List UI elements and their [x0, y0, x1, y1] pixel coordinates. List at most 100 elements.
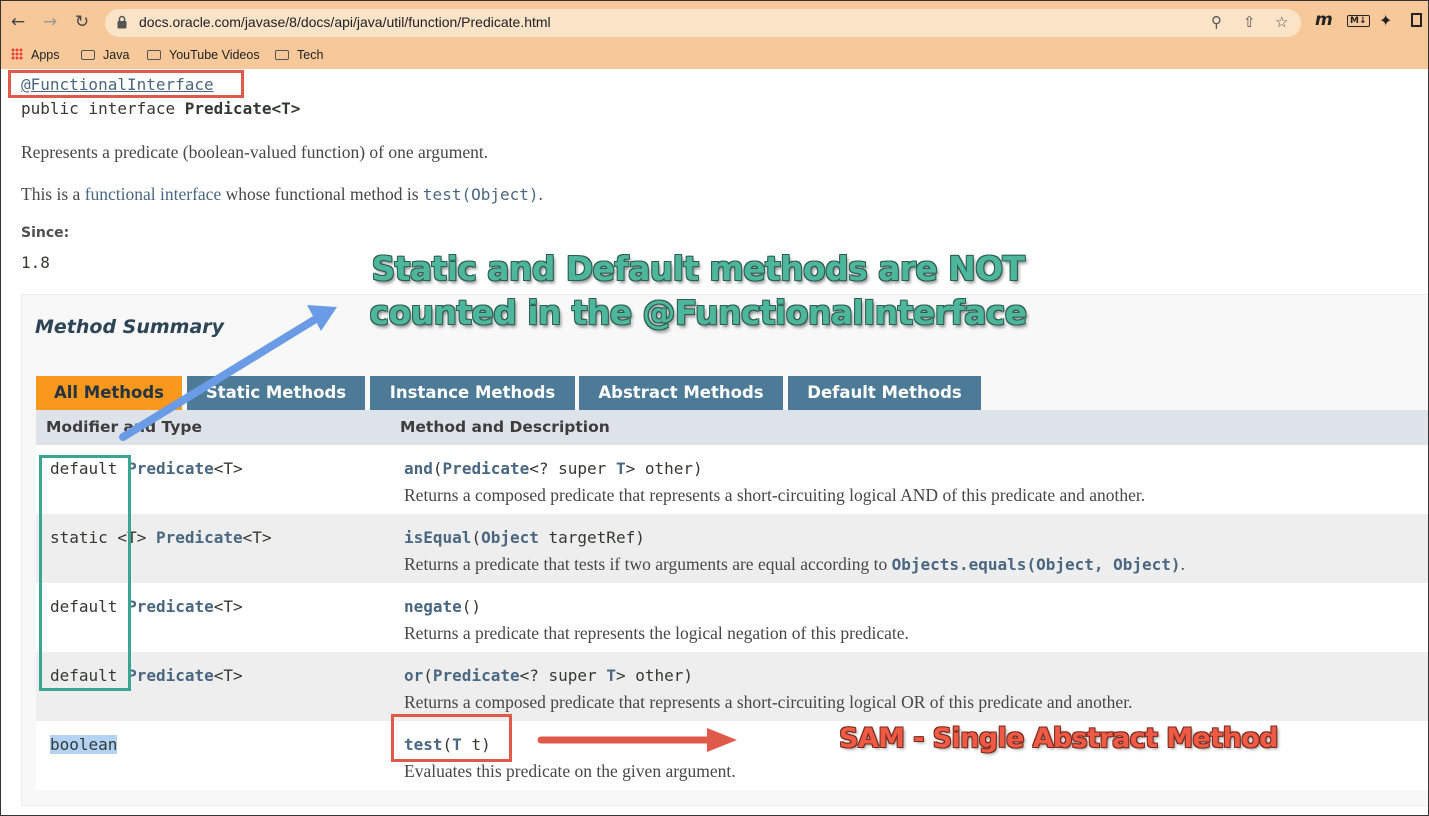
note-text: This is a	[21, 184, 85, 204]
param-type-link[interactable]: Object	[481, 528, 539, 547]
method-and-link[interactable]: and	[404, 459, 433, 478]
boolean-return-type: boolean	[50, 735, 118, 754]
method-description: Returns a predicate that tests if two ar…	[404, 554, 1185, 575]
note-text: whose functional method is	[221, 184, 423, 204]
bookmarks-bar: Apps Java YouTube Videos Tech	[1, 43, 1428, 69]
bookmark-java[interactable]: Java	[81, 48, 129, 62]
tab-static-methods[interactable]: Static Methods	[187, 376, 365, 410]
table-row: default Predicate<T> or(Predicate<? supe…	[36, 652, 1428, 721]
static-default-callout: Static and Default methods are NOT count…	[367, 247, 1029, 335]
method-description: Returns a composed predicate that repres…	[404, 485, 1146, 505]
annotation-highlight-box	[8, 70, 244, 98]
predicate-type-link[interactable]: Predicate	[127, 666, 214, 685]
test-method-highlight-box	[391, 714, 512, 762]
method-description: Returns a predicate that represents the …	[404, 623, 909, 643]
method-description: Evaluates this predicate on the given ar…	[404, 761, 736, 781]
bookmark-apps[interactable]: Apps	[11, 48, 60, 62]
sig-text: <? super	[519, 666, 607, 685]
since-value: 1.8	[21, 253, 50, 272]
table-row: static <T> Predicate<T> isEqual(Object t…	[36, 514, 1428, 583]
predicate-type-link[interactable]: Predicate	[156, 528, 243, 547]
modifier-cell: boolean	[50, 735, 118, 754]
sig-text: > other)	[615, 666, 694, 685]
sidebar-icon[interactable]	[1411, 13, 1422, 27]
sig-text: <? super	[529, 459, 616, 478]
method-summary-title: Method Summary	[35, 316, 225, 338]
bookmark-star-icon[interactable]: ☆	[1275, 13, 1288, 31]
zoom-icon[interactable]: ⚲	[1211, 13, 1222, 31]
predicate-type-link[interactable]: Predicate	[127, 459, 214, 478]
note-text: .	[538, 184, 543, 204]
apps-grid-icon	[11, 48, 23, 60]
since-label: Since:	[21, 225, 70, 241]
interface-declaration: public interface Predicate<T>	[21, 99, 300, 118]
sig-text: > other)	[625, 459, 703, 478]
method-signature: negate()	[404, 597, 481, 616]
header-method-and-description: Method and Description	[400, 418, 610, 436]
callout-line-2: counted in the @FunctionalInterface	[369, 293, 1028, 332]
table-row: default Predicate<T> and(Predicate<? sup…	[36, 445, 1428, 514]
type-var-link[interactable]: T	[606, 666, 616, 685]
desc-text: Returns a predicate that tests if two ar…	[404, 554, 892, 574]
predicate-type-link[interactable]: Predicate	[127, 597, 214, 616]
sig-text: (	[471, 528, 482, 547]
share-icon[interactable]: ⇧	[1243, 13, 1256, 31]
reload-icon[interactable]: ↻	[71, 11, 93, 33]
method-or-link[interactable]: or	[404, 666, 423, 685]
method-isequal-link[interactable]: isEqual	[404, 528, 471, 547]
sig-text: (	[432, 459, 443, 478]
functional-interface-link[interactable]: functional interface	[85, 184, 222, 204]
sig-text: (	[423, 666, 433, 685]
bookmark-tech[interactable]: Tech	[275, 48, 323, 62]
browser-toolbar: ← → ↻ docs.oracle.com/javase/8/docs/api/…	[1, 1, 1428, 43]
type-params: <T>	[213, 459, 243, 478]
sam-callout: SAM - Single Abstract Method	[839, 723, 1278, 754]
declaration-name: Predicate<T>	[184, 99, 301, 118]
tab-default-methods[interactable]: Default Methods	[788, 376, 981, 410]
folder-icon	[147, 50, 161, 60]
method-signature: or(Predicate<? super T> other)	[404, 666, 693, 685]
bookmark-label: Tech	[297, 48, 324, 62]
method-table-header: Modifier and Type Method and Description	[36, 410, 1428, 445]
extension-m-icon[interactable]: m	[1315, 10, 1333, 30]
folder-icon	[81, 50, 95, 60]
method-signature: isEqual(Object targetRef)	[404, 528, 645, 547]
param-type-link[interactable]: Predicate	[443, 459, 530, 478]
address-bar[interactable]: docs.oracle.com/javase/8/docs/api/java/u…	[105, 9, 1301, 37]
method-negate-link[interactable]: negate	[404, 597, 462, 616]
method-signature: and(Predicate<? super T> other)	[404, 459, 703, 478]
tab-instance-methods[interactable]: Instance Methods	[370, 376, 575, 410]
bookmark-label: Java	[103, 48, 130, 62]
sig-text: targetRef)	[538, 528, 645, 547]
type-params: <T>	[213, 597, 243, 616]
test-method-link[interactable]: test(Object)	[423, 185, 539, 204]
extensions-puzzle-icon[interactable]: ✦	[1379, 11, 1392, 30]
type-var-link[interactable]: T	[616, 459, 626, 478]
declaration-prefix: public interface	[21, 99, 185, 118]
method-description: Returns a composed predicate that repres…	[404, 692, 1133, 712]
header-modifier-and-type: Modifier and Type	[46, 418, 202, 436]
bookmark-youtube-videos[interactable]: YouTube Videos	[147, 48, 260, 62]
bookmark-label: Apps	[31, 48, 60, 62]
functional-interface-note: This is a functional interface whose fun…	[21, 184, 543, 205]
table-row: default Predicate<T> negate() Returns a …	[36, 583, 1428, 652]
modifier-highlight-box	[39, 455, 131, 691]
javadoc-page: @FunctionalInterface public interface Pr…	[1, 69, 1428, 815]
tab-all-methods[interactable]: All Methods	[36, 376, 182, 410]
folder-icon	[275, 50, 289, 60]
sig-text: ()	[461, 597, 482, 616]
objects-equals-link[interactable]: Objects.equals(Object, Object)	[892, 555, 1181, 574]
forward-arrow-icon[interactable]: →	[39, 11, 61, 33]
param-type-link[interactable]: Predicate	[433, 666, 520, 685]
screenshot-frame: ← → ↻ docs.oracle.com/javase/8/docs/api/…	[0, 0, 1429, 816]
type-params: <T>	[213, 666, 243, 685]
callout-line-1: Static and Default methods are NOT	[371, 249, 1026, 288]
url-text: docs.oracle.com/javase/8/docs/api/java/u…	[139, 14, 551, 30]
extension-markdown-icon[interactable]: M↓	[1347, 15, 1370, 27]
back-arrow-icon[interactable]: ←	[7, 11, 29, 33]
bookmark-label: YouTube Videos	[169, 48, 260, 62]
lock-icon	[117, 15, 127, 29]
type-params: <T>	[242, 528, 272, 547]
tab-abstract-methods[interactable]: Abstract Methods	[579, 376, 783, 410]
desc-text: .	[1180, 554, 1185, 574]
